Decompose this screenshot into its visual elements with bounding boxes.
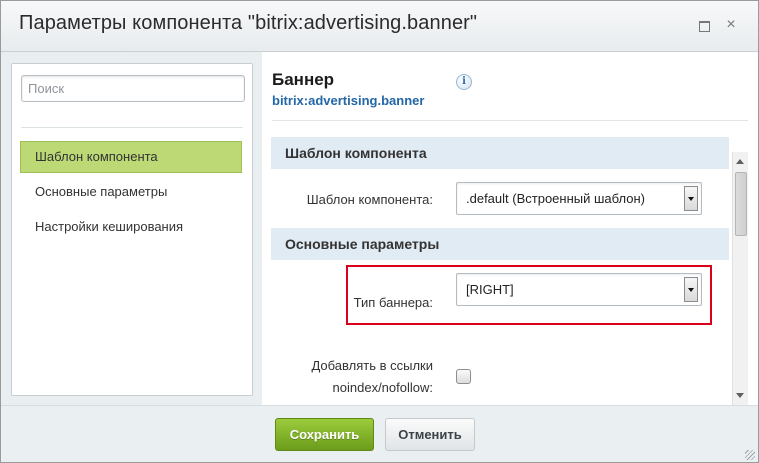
scroll-up-icon[interactable] <box>736 159 744 164</box>
maximize-icon[interactable] <box>697 18 711 32</box>
dialog-title: Параметры компонента "bitrix:advertising… <box>19 12 478 34</box>
component-title: Баннер <box>272 70 335 89</box>
noindex-checkbox[interactable] <box>456 369 471 384</box>
info-icon[interactable]: i <box>456 74 472 90</box>
section-header-main-params: Основные параметры <box>271 228 729 260</box>
dialog-footer: Сохранить Отменить <box>1 405 758 462</box>
banner-type-select[interactable]: [RIGHT] <box>456 273 702 306</box>
scroll-down-icon[interactable] <box>736 393 744 398</box>
chevron-down-icon[interactable] <box>684 186 698 211</box>
sidebar-item-template[interactable]: Шаблон компонента <box>20 141 242 173</box>
cancel-button[interactable]: Отменить <box>385 418 475 451</box>
chevron-down-icon[interactable] <box>684 277 698 302</box>
template-select[interactable]: .default (Встроенный шаблон) <box>456 182 702 215</box>
save-button[interactable]: Сохранить <box>275 418 374 451</box>
component-code: bitrix:advertising.banner <box>272 93 425 108</box>
scrollbar-thumb[interactable] <box>735 172 747 236</box>
parameters-panel: Шаблон компонента Шаблон компонента: .de… <box>271 137 729 405</box>
banner-type-select-value: [RIGHT] <box>466 282 514 297</box>
sidebar: Шаблон компонента Основные параметры Нас… <box>11 63 253 396</box>
field-label-noindex-line1: Добавлять в ссылки <box>311 358 433 373</box>
header-divider <box>272 120 748 121</box>
main-panel: Баннер bitrix:advertising.banner i Шабло… <box>262 52 758 405</box>
component-parameters-dialog: Параметры компонента "bitrix:advertising… <box>0 0 759 463</box>
dialog-body: Шаблон компонента Основные параметры Нас… <box>1 52 758 405</box>
sidebar-divider <box>21 127 243 128</box>
search-input[interactable] <box>21 75 245 102</box>
vertical-scrollbar[interactable] <box>732 152 748 405</box>
resize-handle-icon[interactable] <box>745 450 755 460</box>
dialog-titlebar[interactable]: Параметры компонента "bitrix:advertising… <box>1 1 758 52</box>
template-select-value: .default (Встроенный шаблон) <box>466 191 645 206</box>
section-header-template: Шаблон компонента <box>271 137 729 169</box>
sidebar-item-main-params[interactable]: Основные параметры <box>21 177 241 207</box>
field-label-template: Шаблон компонента: <box>306 192 433 207</box>
close-icon[interactable]: × <box>724 17 738 33</box>
sidebar-item-cache-settings[interactable]: Настройки кеширования <box>21 212 241 242</box>
field-label-noindex-line2: noindex/nofollow: <box>332 380 433 395</box>
field-label-banner-type: Тип баннера: <box>353 295 433 310</box>
